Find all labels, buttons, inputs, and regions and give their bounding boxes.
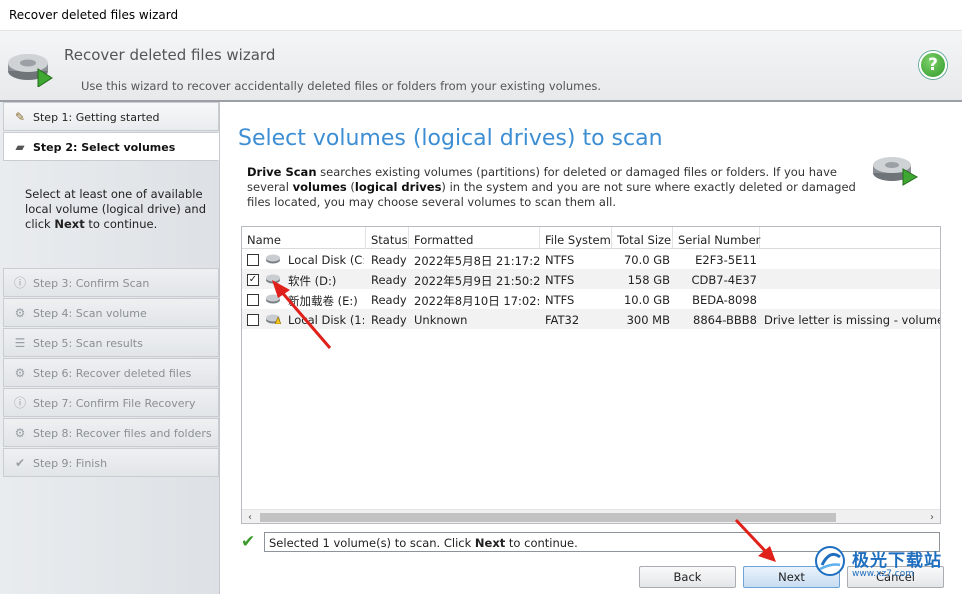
volume-formatted: 2022年5月9日 21:50:26 [414, 274, 540, 288]
volume-name: Local Disk (1:) [288, 313, 364, 327]
volume-status: Ready [371, 313, 407, 327]
volume-checkbox[interactable]: ✓ [247, 274, 259, 286]
volume-total-size: 300 MB [626, 313, 670, 327]
step-label: Step 3: Confirm Scan [33, 277, 150, 290]
gear-icon: ⚙ [14, 426, 26, 440]
info-icon: ⓘ [13, 396, 26, 410]
volume-status: Ready [371, 273, 407, 287]
step-label: Step 5: Scan results [33, 337, 143, 350]
question-mark-icon: ? [928, 55, 938, 75]
step-7: ⓘ Step 7: Confirm File Recovery [3, 388, 219, 417]
volume-name: 新加载卷 (E:) [288, 294, 358, 308]
gear-icon: ⚙ [14, 366, 26, 380]
step-description: Select at least one of available local v… [25, 187, 207, 231]
column-header-name[interactable]: Name ⌃ [242, 227, 366, 249]
wand-icon: ✎ [14, 110, 26, 124]
column-header-file-system[interactable]: File System [540, 227, 612, 249]
list-header: Name ⌃ Status Formatted File System Total… [242, 227, 940, 249]
volume-total-size: 70.0 GB [623, 253, 670, 267]
column-header-status[interactable]: Status [366, 227, 409, 249]
volume-total-size: 10.0 GB [623, 293, 670, 307]
step-label: Step 2: Select volumes [33, 141, 176, 154]
steps-sidebar: ✎ Step 1: Getting started ▰ Step 2: Select … [0, 102, 220, 594]
list-icon: ☰ [14, 336, 26, 350]
window-title: Recover deleted files wizard [9, 8, 179, 22]
step-2[interactable]: ▰ Step 2: Select volumes [3, 132, 219, 161]
header-title: Recover deleted files wizard [64, 46, 276, 64]
volume-serial: E2F3-5E11 [695, 253, 757, 267]
volume-status: Ready [371, 253, 407, 267]
volume-name: 软件 (D:) [288, 274, 337, 288]
scroll-right-icon[interactable]: › [924, 510, 940, 523]
step-3: ⓘ Step 3: Confirm Scan [3, 268, 219, 297]
table-row[interactable]: 新加载卷 (E:) Ready 2022年8月10日 17:02:01 NTFS 10.… [242, 289, 940, 309]
step-8: ⚙ Step 8: Recover files and folders [3, 418, 219, 447]
step-label: Step 8: Recover files and folders [33, 427, 212, 440]
next-button[interactable]: Next [743, 566, 840, 588]
scroll-left-icon[interactable]: ‹ [242, 510, 258, 523]
volume-total-size: 158 GB [627, 273, 670, 287]
step-4: ⚙ Step 4: Scan volume [3, 298, 219, 327]
volume-name: Local Disk (C:) [288, 253, 364, 267]
step-label: Step 7: Confirm File Recovery [33, 397, 196, 410]
info-icon: ⓘ [13, 276, 26, 290]
column-header-total-size[interactable]: Total Size [612, 227, 673, 249]
step-label: Step 9: Finish [33, 457, 108, 470]
checkmark-icon: ✔ [14, 456, 26, 470]
volume-serial: CDB7-4E37 [691, 273, 757, 287]
volume-note: Drive letter is missing - volume is [764, 313, 940, 327]
checkmark-icon: ✔ [241, 532, 256, 552]
step-label: Step 1: Getting started [33, 111, 160, 124]
header-subtitle: Use this wizard to recover accidentally … [81, 79, 602, 93]
volume-file-system: FAT32 [545, 313, 580, 327]
drive-icon [266, 274, 280, 284]
step-6: ⚙ Step 6: Recover deleted files [3, 358, 219, 387]
scan-description: Drive Scan searches existing volumes (pa… [247, 165, 856, 209]
volume-formatted: 2022年8月10日 17:02:01 [414, 294, 540, 308]
volume-checkbox[interactable] [247, 254, 259, 266]
step-label: Step 4: Scan volume [33, 307, 147, 320]
window-titlebar: Recover deleted files wizard [0, 0, 962, 31]
volume-serial: BEDA-8098 [692, 293, 757, 307]
table-row[interactable]: Local Disk (1:) Ready Unknown FAT32 300 MB 88… [242, 309, 940, 329]
step-label: Step 6: Recover deleted files [33, 367, 192, 380]
drive-icon: ▰ [15, 140, 25, 154]
volume-formatted: Unknown [414, 313, 468, 327]
cancel-button[interactable]: Cancel [847, 566, 944, 588]
scrollbar-thumb[interactable] [260, 513, 836, 522]
volume-serial: 8864-BBB8 [693, 313, 757, 327]
volume-checkbox[interactable] [247, 294, 259, 306]
volume-file-system: NTFS [545, 293, 575, 307]
column-header-formatted[interactable]: Formatted [409, 227, 540, 249]
horizontal-scrollbar[interactable]: ‹ › [242, 509, 940, 523]
table-row[interactable]: Local Disk (C:) Ready 2022年5月8日 21:17:21 NT… [242, 249, 940, 269]
table-row[interactable]: ✓ 软件 (D:) Ready 2022年5月9日 21:50:26 NTFS 158 G… [242, 269, 940, 289]
volume-status: Ready [371, 293, 407, 307]
back-button[interactable]: Back [639, 566, 736, 588]
step-5: ☰ Step 5: Scan results [3, 328, 219, 357]
volume-file-system: NTFS [545, 253, 575, 267]
help-button[interactable]: ? [919, 51, 947, 79]
column-header-serial-number[interactable]: Serial Number [673, 227, 760, 249]
drive-recovery-icon [8, 54, 53, 87]
status-message: Selected 1 volume(s) to scan. Click Next… [264, 532, 940, 552]
drive-warning-icon [266, 314, 281, 324]
page-title: Select volumes (logical drives) to scan [238, 126, 663, 151]
sort-up-icon: ⌃ [300, 226, 308, 234]
gear-icon: ⚙ [14, 306, 26, 320]
drive-icon [266, 254, 280, 264]
step-1[interactable]: ✎ Step 1: Getting started [3, 102, 219, 131]
step-9: ✔ Step 9: Finish [3, 448, 219, 477]
volume-checkbox[interactable] [247, 314, 259, 326]
volumes-list[interactable]: Name ⌃ Status Formatted File System Total… [241, 226, 941, 524]
wizard-header: Recover deleted files wizard Use this wi… [0, 31, 962, 102]
drive-icon [266, 294, 280, 304]
volume-formatted: 2022年5月8日 21:17:21 [414, 254, 540, 268]
drive-scan-icon [873, 157, 919, 186]
volume-file-system: NTFS [545, 273, 575, 287]
